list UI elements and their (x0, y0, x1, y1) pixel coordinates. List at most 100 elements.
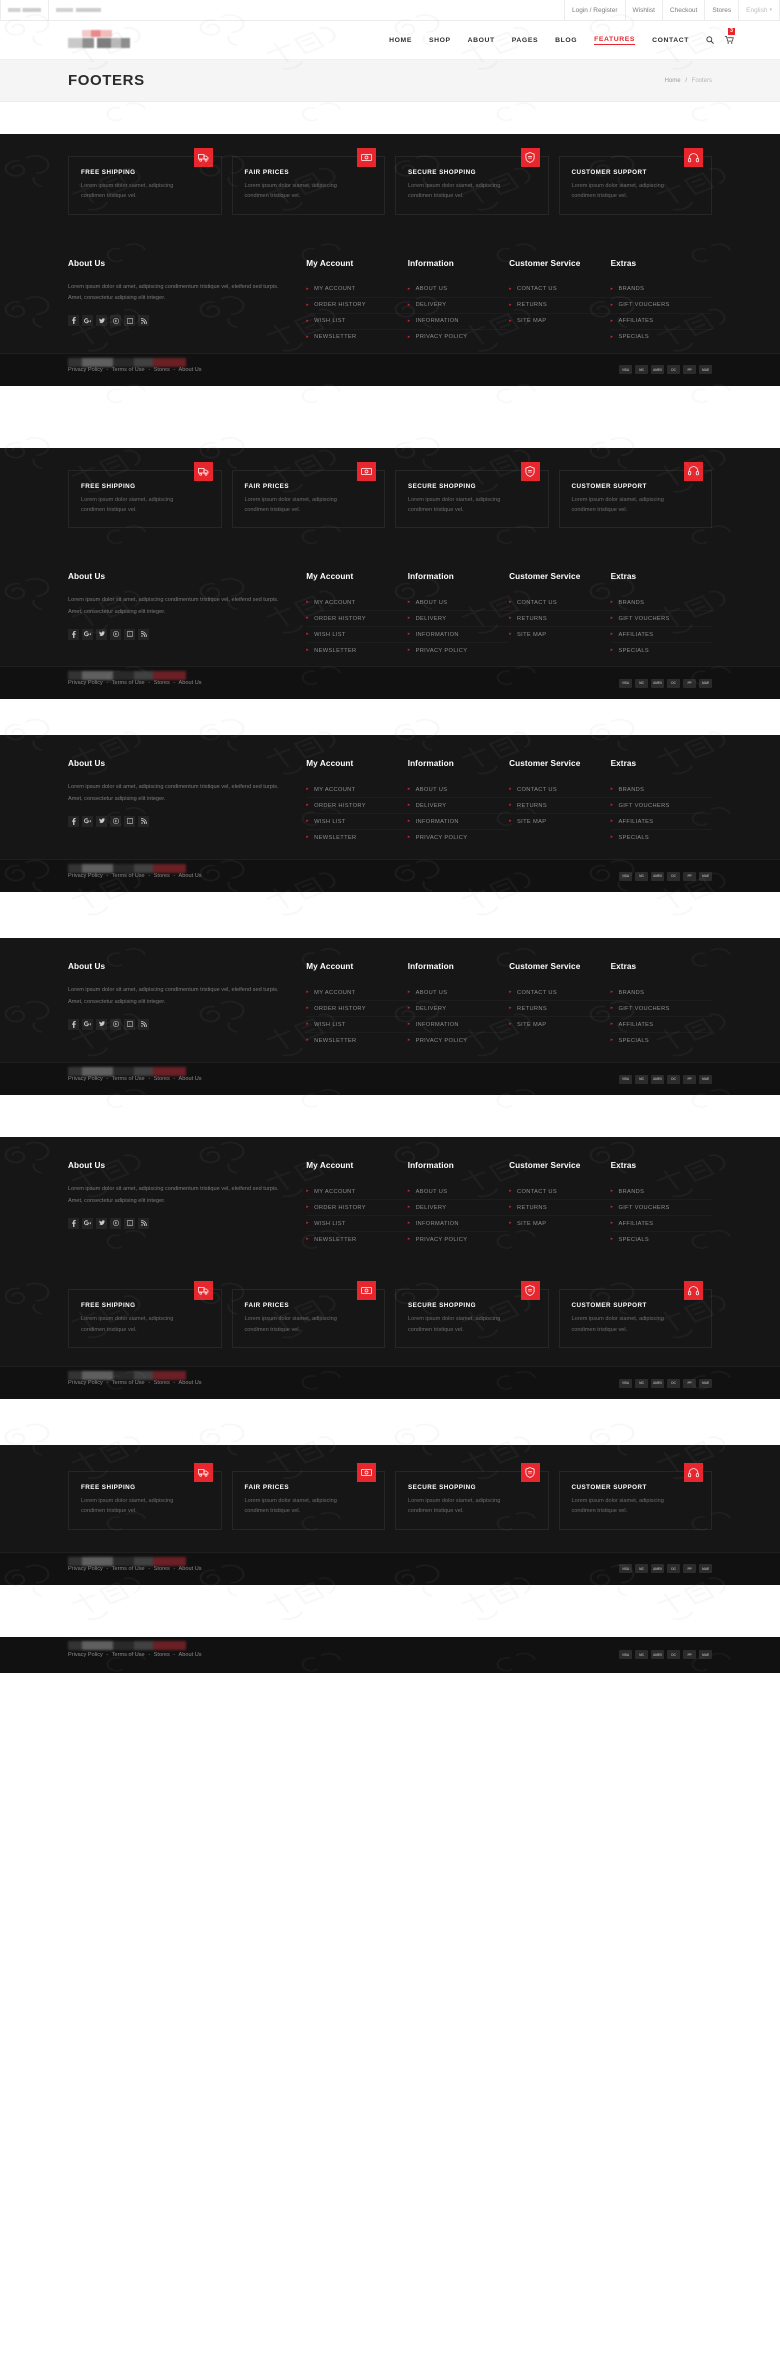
nav-item-blog[interactable]: BLOG (555, 37, 577, 44)
list-item[interactable]: ▸ ABOUT US (407, 1184, 510, 1201)
pinterest-icon[interactable] (110, 815, 121, 827)
list-item[interactable]: ▸ AFFILIATES (610, 314, 713, 330)
list-item[interactable]: ▸ INFORMATION (407, 1216, 510, 1233)
list-item[interactable]: ▸ ABOUT US (407, 595, 510, 612)
list-item[interactable]: ▸ GIFT VOUCHERS (610, 798, 713, 815)
list-item[interactable]: ▸ CONTACT US (509, 782, 611, 799)
nav-item-features[interactable]: FEATURES (594, 36, 636, 45)
google-plus-icon[interactable] (82, 815, 93, 827)
list-item[interactable]: ▸ SPECIALS (611, 1232, 712, 1247)
breadcrumb-home[interactable]: Home (665, 78, 681, 84)
rss-icon[interactable] (138, 1217, 149, 1229)
list-item[interactable]: ▸ RETURNS (509, 1001, 611, 1018)
list-item[interactable]: ▸ PRIVACY POLICY (408, 330, 509, 345)
list-item[interactable]: ▸ PRIVACY POLICY (408, 1033, 509, 1048)
list-item[interactable]: ▸ BRANDS (610, 782, 713, 799)
list-item[interactable]: ▸ SPECIALS (611, 830, 712, 845)
list-item[interactable]: ▸ ABOUT US (407, 282, 510, 298)
bottom-link-stores[interactable]: Stores (154, 1380, 170, 1386)
cart-button[interactable]: 3 (725, 28, 735, 44)
bottom-link-stores[interactable]: Stores (154, 1566, 170, 1572)
footer-logo[interactable] (68, 357, 186, 367)
list-item[interactable]: ▸ AFFILIATES (610, 1017, 713, 1034)
bottom-link-privacy[interactable]: Privacy Policy (68, 1380, 103, 1386)
nav-item-shop[interactable]: SHOP (429, 37, 451, 44)
list-item[interactable]: ▸ CONTACT US (509, 282, 611, 298)
list-item[interactable]: ▸ ORDER HISTORY (306, 1001, 408, 1018)
list-item[interactable]: ▸ DELIVERY (407, 611, 510, 628)
list-item[interactable]: ▸ WISH LIST (306, 314, 408, 330)
nav-item-home[interactable]: HOME (389, 37, 412, 44)
bottom-link-stores[interactable]: Stores (154, 1652, 170, 1658)
list-item[interactable]: ▸ BRANDS (610, 282, 713, 298)
list-item[interactable]: ▸ RETURNS (509, 298, 611, 314)
list-item[interactable]: ▸ SITE MAP (509, 314, 610, 329)
list-item[interactable]: ▸ NEWSLETTER (306, 330, 407, 345)
list-item[interactable]: ▸ GIFT VOUCHERS (610, 1200, 713, 1217)
list-item[interactable]: ▸ SITE MAP (509, 814, 610, 829)
list-item[interactable]: ▸ RETURNS (509, 1200, 611, 1217)
nav-item-about[interactable]: ABOUT (468, 37, 495, 44)
twitter-icon[interactable] (96, 628, 107, 640)
topbar-link-checkout[interactable]: Checkout (661, 0, 704, 20)
facebook-icon[interactable] (68, 1018, 79, 1030)
bottom-link-about[interactable]: About Us (179, 873, 202, 879)
bottom-link-terms[interactable]: Terms of Use (112, 680, 145, 686)
google-plus-icon[interactable] (82, 1018, 93, 1030)
rss-icon[interactable] (138, 628, 149, 640)
list-item[interactable]: ▸ SITE MAP (509, 1017, 610, 1032)
list-item[interactable]: ▸ CONTACT US (509, 1184, 611, 1201)
list-item[interactable]: ▸ DELIVERY (407, 798, 510, 815)
list-item[interactable]: ▸ AFFILIATES (610, 627, 713, 644)
list-item[interactable]: ▸ NEWSLETTER (306, 830, 407, 845)
footer-logo[interactable] (68, 1067, 186, 1077)
list-item[interactable]: ▸ MY ACCOUNT (306, 595, 408, 612)
bottom-link-terms[interactable]: Terms of Use (112, 1076, 145, 1082)
list-item[interactable]: ▸ WISH LIST (306, 814, 408, 831)
list-item[interactable]: ▸ SPECIALS (611, 643, 712, 658)
list-item[interactable]: ▸ BRANDS (610, 985, 713, 1002)
list-item[interactable]: ▸ PRIVACY POLICY (408, 643, 509, 658)
list-item[interactable]: ▸ ORDER HISTORY (306, 611, 408, 628)
list-item[interactable]: ▸ MY ACCOUNT (306, 985, 408, 1002)
footer-logo[interactable] (68, 1371, 186, 1381)
topbar-link-wishlist[interactable]: Wishlist (624, 0, 662, 20)
vimeo-icon[interactable] (124, 315, 135, 327)
bottom-link-about[interactable]: About Us (179, 1076, 202, 1082)
rss-icon[interactable] (138, 1018, 149, 1030)
twitter-icon[interactable] (96, 315, 107, 327)
bottom-link-terms[interactable]: Terms of Use (112, 1652, 145, 1658)
pinterest-icon[interactable] (110, 315, 121, 327)
topbar-language-selector[interactable]: English ▾ (738, 0, 780, 20)
footer-logo[interactable] (68, 671, 186, 681)
bottom-link-about[interactable]: About Us (179, 367, 202, 373)
nav-item-contact[interactable]: CONTACT (652, 37, 689, 44)
list-item[interactable]: ▸ RETURNS (509, 798, 611, 815)
facebook-icon[interactable] (68, 815, 79, 827)
list-item[interactable]: ▸ MY ACCOUNT (306, 782, 408, 799)
bottom-link-stores[interactable]: Stores (154, 680, 170, 686)
facebook-icon[interactable] (68, 1217, 79, 1229)
twitter-icon[interactable] (96, 1217, 107, 1229)
vimeo-icon[interactable] (124, 1018, 135, 1030)
bottom-link-terms[interactable]: Terms of Use (112, 1380, 145, 1386)
bottom-link-stores[interactable]: Stores (154, 367, 170, 373)
list-item[interactable]: ▸ INFORMATION (407, 814, 510, 831)
bottom-link-privacy[interactable]: Privacy Policy (68, 873, 103, 879)
list-item[interactable]: ▸ ABOUT US (407, 782, 510, 799)
footer-logo[interactable] (68, 864, 186, 874)
bottom-link-stores[interactable]: Stores (154, 873, 170, 879)
list-item[interactable]: ▸ SITE MAP (509, 627, 610, 642)
bottom-link-privacy[interactable]: Privacy Policy (68, 367, 103, 373)
bottom-link-terms[interactable]: Terms of Use (112, 1566, 145, 1572)
list-item[interactable]: ▸ CONTACT US (509, 595, 611, 612)
list-item[interactable]: ▸ GIFT VOUCHERS (610, 611, 713, 628)
footer-logo[interactable] (68, 1640, 186, 1650)
vimeo-icon[interactable] (124, 815, 135, 827)
list-item[interactable]: ▸ ORDER HISTORY (306, 298, 408, 314)
nav-item-pages[interactable]: PAGES (512, 37, 538, 44)
site-logo[interactable] (68, 30, 130, 50)
list-item[interactable]: ▸ NEWSLETTER (306, 643, 407, 658)
list-item[interactable]: ▸ SITE MAP (509, 1216, 610, 1231)
list-item[interactable]: ▸ INFORMATION (407, 1017, 510, 1034)
